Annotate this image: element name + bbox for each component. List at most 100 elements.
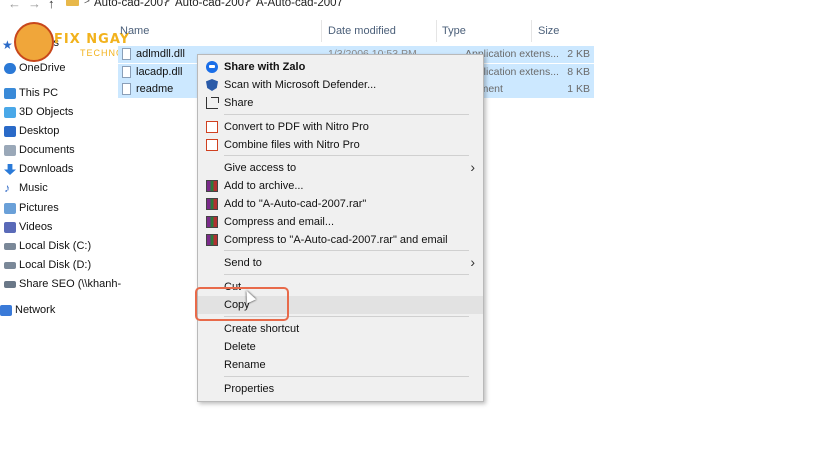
documents-icon [4,145,16,156]
file-icon [122,83,131,95]
file-size: 1 KB [567,83,590,95]
network-drive-icon [4,281,16,288]
winrar-icon [206,198,218,210]
breadcrumb-item[interactable]: A-Auto-cad-2007 [256,0,343,9]
chevron-right-icon: › [470,254,475,270]
column-divider[interactable] [321,20,322,42]
column-header-type[interactable]: Type [442,25,466,37]
sidebar-item-label: Documents [19,144,75,156]
menu-item-compress-rar-email[interactable]: Compress to "A-Auto-cad-2007.rar" and em… [198,231,483,249]
menu-item-label: Compress and email... [224,216,335,228]
cube-icon [4,107,16,118]
nitro-combine-icon [206,139,218,151]
folder-icon [66,0,79,6]
menu-separator [224,250,469,251]
menu-item-combine-files[interactable]: Combine files with Nitro Pro [198,136,483,154]
download-icon [4,164,16,175]
menu-item-add-rar[interactable]: Add to "A-Auto-cad-2007.rar" [198,195,483,213]
file-size: 8 KB [567,66,590,78]
sidebar-item-label: Desktop [19,125,60,137]
column-divider[interactable] [436,20,437,42]
winrar-icon [206,216,218,228]
breadcrumb-item[interactable]: Auto-cad-2007 [94,0,169,9]
drive-icon [4,243,16,250]
menu-item-label: Add to "A-Auto-cad-2007.rar" [224,198,367,210]
pictures-icon [4,203,16,214]
menu-separator [224,114,469,115]
menu-separator [224,274,469,275]
breadcrumb-separator: > [84,0,90,7]
menu-item-share-zalo[interactable]: Share with Zalo [198,58,483,76]
menu-item-rename[interactable]: Rename [198,356,483,374]
address-bar: ← → ↑ > Auto-cad-2007 > Auto-cad-2007 > … [0,0,820,16]
drive-icon [4,262,16,269]
menu-item-label: Share [224,97,254,109]
menu-item-give-access[interactable]: Give access to › [198,159,483,177]
computer-icon [4,88,16,99]
menu-item-label: Send to [224,257,262,269]
sidebar-item-label: Music [19,182,48,194]
menu-item-send-to[interactable]: Send to › [198,254,483,272]
menu-item-delete[interactable]: Delete [198,338,483,356]
column-divider[interactable] [531,20,532,42]
back-arrow-icon[interactable]: ← [8,0,21,11]
file-name: lacadp.dll [136,66,183,78]
logo-brand: FIX NGAY [54,32,131,47]
file-size: 2 KB [567,48,590,60]
breadcrumb-item[interactable]: Auto-cad-2007 [175,0,250,9]
sidebar-item-label: This PC [19,87,59,99]
menu-item-label: Share with Zalo [224,61,306,73]
menu-item-label: Scan with Microsoft Defender... [224,79,377,91]
menu-item-label: Combine files with Nitro Pro [224,139,360,151]
up-arrow-icon[interactable]: ↑ [48,0,55,11]
sidebar-item-label: OneDrive [19,62,66,74]
mascot-icon [14,22,54,62]
menu-item-label: Properties [224,383,275,395]
sidebar-item-label: Downloads [19,163,74,175]
column-header-date[interactable]: Date modified [328,25,396,37]
share-icon [206,97,219,109]
context-menu: Share with Zalo Scan with Microsoft Defe… [197,54,484,402]
menu-item-compress-email[interactable]: Compress and email... [198,213,483,231]
column-header-name[interactable]: Name [120,25,149,37]
sidebar-item-label: 3D Objects [19,106,74,118]
menu-item-convert-pdf[interactable]: Convert to PDF with Nitro Pro [198,118,483,136]
sidebar-item-label: Share SEO (\\khanh- [19,278,122,290]
menu-separator [224,155,469,156]
menu-item-label: Delete [224,341,256,353]
menu-item-scan-defender[interactable]: Scan with Microsoft Defender... [198,76,483,94]
menu-item-label: Create shortcut [224,323,300,335]
video-icon [4,222,16,233]
sidebar-item-label: Videos [19,221,53,233]
menu-item-properties[interactable]: Properties [198,380,483,398]
menu-item-label: Compress to "A-Auto-cad-2007.rar" and em… [224,234,448,246]
winrar-icon [206,180,218,192]
menu-item-label: Rename [224,359,266,371]
sidebar-item-label: Local Disk (C:) [19,240,92,252]
star-icon: ★ [2,38,13,52]
zalo-icon [206,61,218,73]
menu-separator [224,376,469,377]
shield-icon [206,79,218,91]
forward-arrow-icon[interactable]: → [28,0,41,11]
file-name: readme [136,83,174,95]
desktop-icon [4,126,16,137]
sidebar-item-label: Local Disk (D:) [19,259,92,271]
network-icon [0,305,12,316]
menu-item-label: Give access to [224,162,297,174]
menu-item-share[interactable]: Share [198,94,483,112]
breadcrumb-separator: > [164,0,170,7]
chevron-right-icon: › [470,159,475,175]
menu-item-label: Add to archive... [224,180,304,192]
menu-item-create-shortcut[interactable]: Create shortcut [198,320,483,338]
column-header-size[interactable]: Size [538,25,559,37]
sidebar-item-label: Network [15,304,56,316]
file-icon [122,48,131,60]
sidebar-item-label: Pictures [19,202,59,214]
file-icon [122,66,131,78]
winrar-icon [206,234,218,246]
menu-item-label: Convert to PDF with Nitro Pro [224,121,369,133]
file-name: adlmdll.dll [136,48,185,60]
cloud-icon [4,63,16,74]
menu-item-add-archive[interactable]: Add to archive... [198,177,483,195]
